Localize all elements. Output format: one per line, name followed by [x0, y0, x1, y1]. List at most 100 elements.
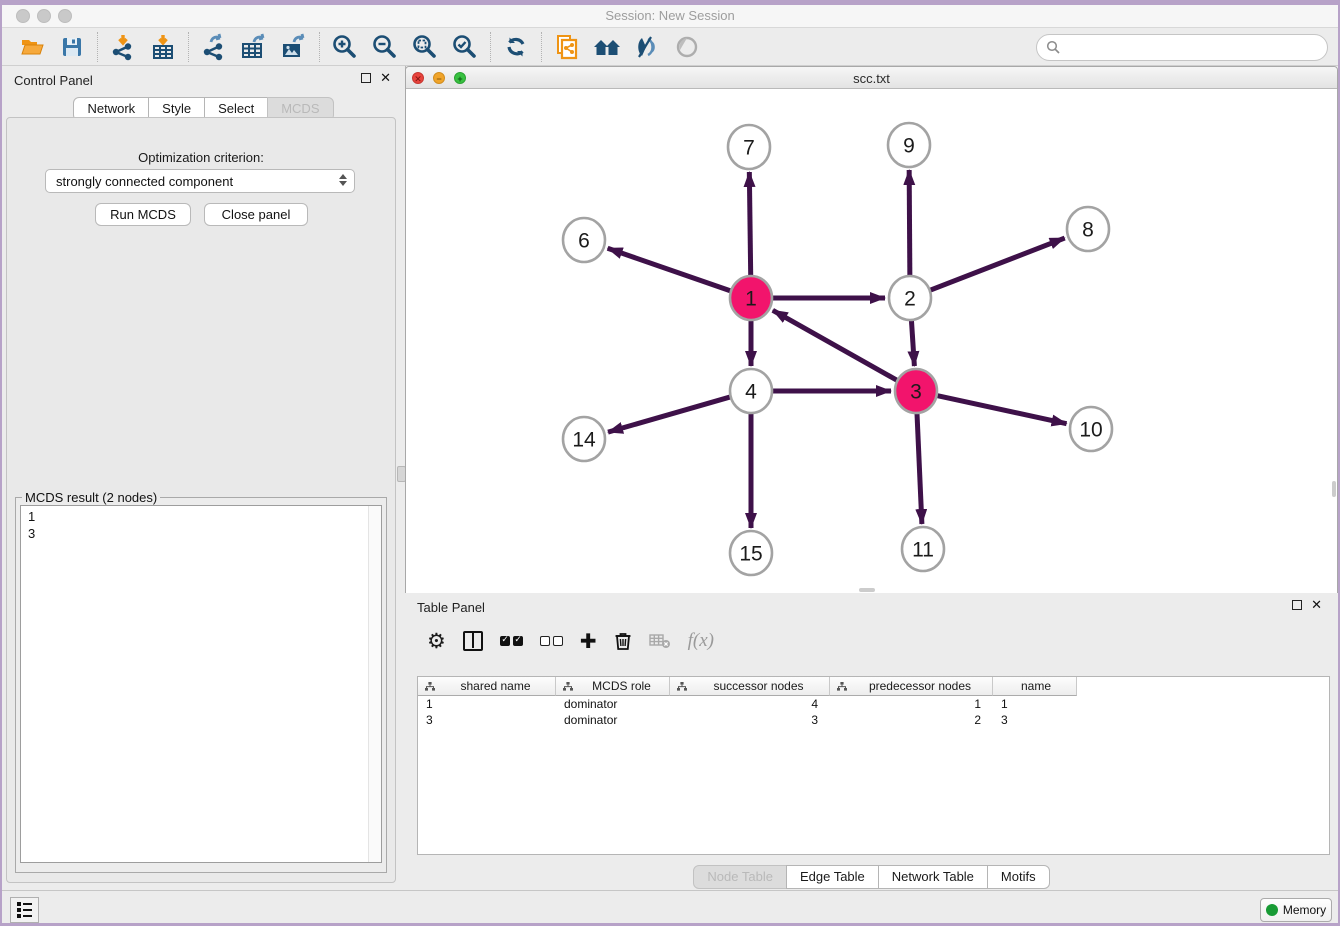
mcds-result-textarea[interactable]: 1 3 — [20, 505, 382, 863]
column-header-MCDS-role[interactable]: MCDS role — [556, 677, 670, 696]
edge-2-3[interactable] — [911, 320, 914, 366]
table-row[interactable]: 1dominator411 — [418, 696, 1329, 712]
zoom-fit-icon[interactable] — [405, 30, 445, 64]
result-scrollbar[interactable] — [368, 506, 381, 862]
table-cell: 1 — [830, 696, 993, 712]
function-builder-icon: f(x) — [688, 628, 714, 654]
zoom-out-icon[interactable] — [365, 30, 405, 64]
mcds-result-group: MCDS result (2 nodes) 1 3 — [15, 490, 387, 873]
open-session-icon[interactable] — [12, 30, 52, 64]
network-view-window: ✕ − + scc.txt 1234678910111415 — [405, 66, 1338, 593]
toolbar-separator — [97, 32, 98, 62]
memory-label: Memory — [1283, 903, 1326, 917]
column-header-predecessor-nodes[interactable]: predecessor nodes — [830, 677, 993, 696]
mcds-result-lines: 1 3 — [21, 506, 381, 542]
toolbar-separator — [319, 32, 320, 62]
float-panel-icon[interactable] — [361, 73, 371, 83]
search-input[interactable] — [1061, 38, 1327, 58]
memory-button[interactable]: Memory — [1260, 898, 1332, 922]
main-toolbar — [2, 29, 1338, 66]
toolbar-separator — [490, 32, 491, 62]
control-panel-title: Control Panel — [14, 73, 93, 88]
window-title: Session: New Session — [2, 8, 1338, 23]
edge-3-10[interactable] — [937, 396, 1066, 424]
table-cell: 1 — [418, 696, 556, 712]
table-header-row: shared nameMCDS rolesuccessor nodesprede… — [418, 677, 1329, 696]
node-table[interactable]: shared nameMCDS rolesuccessor nodesprede… — [417, 676, 1330, 855]
edge-1-6[interactable] — [608, 248, 731, 291]
node-label-6: 6 — [578, 230, 590, 253]
zoom-in-icon[interactable] — [325, 30, 365, 64]
import-network-icon[interactable] — [103, 30, 143, 64]
network-graph[interactable]: 1234678910111415 — [406, 89, 1337, 593]
refresh-view-icon[interactable] — [496, 30, 536, 64]
column-header-successor-nodes[interactable]: successor nodes — [670, 677, 830, 696]
table-panel: Table Panel ✕ ⚙ ✚ f(x) shared nameMCDS r… — [405, 593, 1338, 890]
optimization-criterion-select[interactable]: strongly connected component — [45, 169, 355, 193]
column-header-name[interactable]: name — [993, 677, 1077, 696]
table-rows: 1dominator4113dominator323 — [418, 696, 1329, 728]
close-table-panel-icon[interactable]: ✕ — [1311, 600, 1322, 610]
node-label-14: 14 — [572, 429, 596, 452]
app-frame: Session: New Session — [2, 5, 1338, 923]
close-panel-icon[interactable]: ✕ — [380, 73, 391, 83]
network-window-title: scc.txt — [406, 71, 1337, 86]
show-columns-icon[interactable] — [463, 628, 483, 654]
show-graphics-details-icon[interactable] — [627, 30, 667, 64]
edge-1-7[interactable] — [749, 172, 750, 276]
mcds-result-title: MCDS result (2 nodes) — [22, 490, 160, 505]
zoom-selected-icon[interactable] — [445, 30, 485, 64]
table-panel-title: Table Panel — [417, 600, 485, 615]
horizontal-scroll-hint[interactable] — [859, 588, 875, 592]
search-box[interactable] — [1036, 34, 1328, 61]
optimization-criterion-value: strongly connected component — [56, 174, 233, 189]
table-cell: 1 — [993, 696, 1077, 712]
home-layout-icon[interactable] — [587, 30, 627, 64]
delete-columns-icon[interactable] — [614, 628, 632, 654]
node-label-2: 2 — [904, 288, 916, 311]
edge-3-11[interactable] — [917, 413, 922, 524]
node-label-7: 7 — [743, 137, 755, 160]
clone-network-icon[interactable] — [547, 30, 587, 64]
add-column-icon[interactable]: ✚ — [580, 628, 597, 654]
node-label-1: 1 — [745, 288, 757, 311]
tab-motifs[interactable]: Motifs — [987, 865, 1050, 889]
task-history-button[interactable] — [10, 897, 39, 923]
export-image-icon[interactable] — [274, 30, 314, 64]
select-stepper-icon — [339, 174, 347, 186]
edge-2-9[interactable] — [909, 170, 910, 276]
tab-node-table[interactable]: Node Table — [693, 865, 787, 889]
import-table-icon[interactable] — [143, 30, 183, 64]
edge-3-1[interactable] — [773, 310, 897, 380]
vertical-scroll-hint[interactable] — [1332, 481, 1336, 497]
unselect-all-columns-icon[interactable] — [540, 628, 563, 654]
node-label-3: 3 — [910, 381, 922, 404]
table-row[interactable]: 3dominator323 — [418, 712, 1329, 728]
column-header-shared-name[interactable]: shared name — [418, 677, 556, 696]
edge-2-8[interactable] — [931, 238, 1065, 290]
table-cell: 3 — [418, 712, 556, 728]
network-canvas[interactable]: 1234678910111415 — [406, 89, 1337, 593]
toolbar-separator — [188, 32, 189, 62]
edge-4-14[interactable] — [608, 397, 730, 432]
table-options-icon[interactable]: ⚙ — [427, 628, 446, 654]
select-all-columns-icon[interactable] — [500, 628, 523, 654]
tab-network-table[interactable]: Network Table — [878, 865, 988, 889]
node-label-10: 10 — [1079, 419, 1102, 442]
export-table-icon[interactable] — [234, 30, 274, 64]
table-cell: 3 — [670, 712, 830, 728]
run-mcds-button[interactable]: Run MCDS — [95, 203, 191, 226]
close-panel-button[interactable]: Close panel — [204, 203, 308, 226]
node-label-8: 8 — [1082, 219, 1094, 242]
control-panel: Control Panel ✕ NetworkStyleSelectMCDS O… — [2, 66, 405, 890]
export-network-icon[interactable] — [194, 30, 234, 64]
toggle-bird-view-icon[interactable] — [667, 30, 707, 64]
tab-edge-table[interactable]: Edge Table — [786, 865, 879, 889]
list-icon — [17, 902, 32, 918]
save-session-icon[interactable] — [52, 30, 92, 64]
status-bar: Memory — [2, 890, 1338, 923]
node-label-11: 11 — [912, 539, 934, 562]
network-window-titlebar[interactable]: ✕ − + scc.txt — [406, 67, 1337, 89]
search-icon — [1046, 40, 1061, 55]
float-table-panel-icon[interactable] — [1292, 600, 1302, 610]
